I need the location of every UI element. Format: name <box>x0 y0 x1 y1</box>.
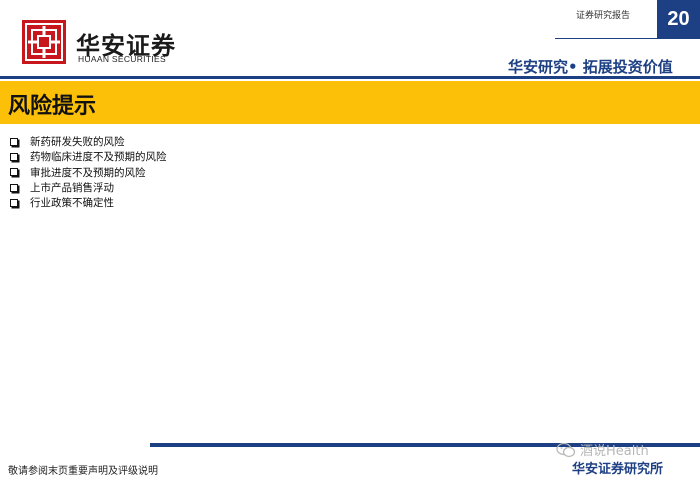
footer-disclaimer: 敬请参阅末页重要声明及评级说明 <box>8 466 158 477</box>
list-item: 新药研发失败的风险 <box>10 134 167 149</box>
list-item: 审批进度不及预期的风险 <box>10 165 167 180</box>
risk-item-text: 新药研发失败的风险 <box>30 136 125 149</box>
checkbox-bullet-icon <box>10 152 18 161</box>
checkbox-bullet-icon <box>10 168 18 177</box>
checkbox-bullet-icon <box>10 198 18 207</box>
risk-list: 新药研发失败的风险 药物临床进度不及预期的风险 审批进度不及预期的风险 上市产品… <box>10 134 167 210</box>
list-item: 行业政策不确定性 <box>10 195 167 210</box>
brand-name-en: HUAAN SECURITIES <box>78 54 166 64</box>
list-item: 上市产品销售浮动 <box>10 180 167 195</box>
wechat-icon <box>556 442 576 457</box>
list-item: 药物临床进度不及预期的风险 <box>10 149 167 164</box>
checkbox-bullet-icon <box>10 137 18 146</box>
huaan-logo-icon <box>22 20 66 64</box>
header-rule <box>555 38 700 39</box>
header-divider <box>0 76 700 79</box>
watermark-text: 酒说Health <box>580 444 649 459</box>
footer-institute: 华安证券研究所 <box>572 462 664 477</box>
risk-item-text: 上市产品销售浮动 <box>30 182 114 195</box>
risk-item-text: 药物临床进度不及预期的风险 <box>30 151 167 164</box>
risk-item-text: 审批进度不及预期的风险 <box>30 166 146 179</box>
section-title: 风险提示 <box>8 94 97 119</box>
page-number-badge: 20 <box>657 0 700 38</box>
checkbox-bullet-icon <box>10 183 18 192</box>
header-slogan: 华安研究• 拓展投资价值 <box>508 58 673 76</box>
report-type-label: 证券研究报告 <box>576 11 631 21</box>
section-title-bar <box>0 81 700 124</box>
watermark: 酒说Health <box>556 440 649 459</box>
risk-item-text: 行业政策不确定性 <box>30 197 114 210</box>
